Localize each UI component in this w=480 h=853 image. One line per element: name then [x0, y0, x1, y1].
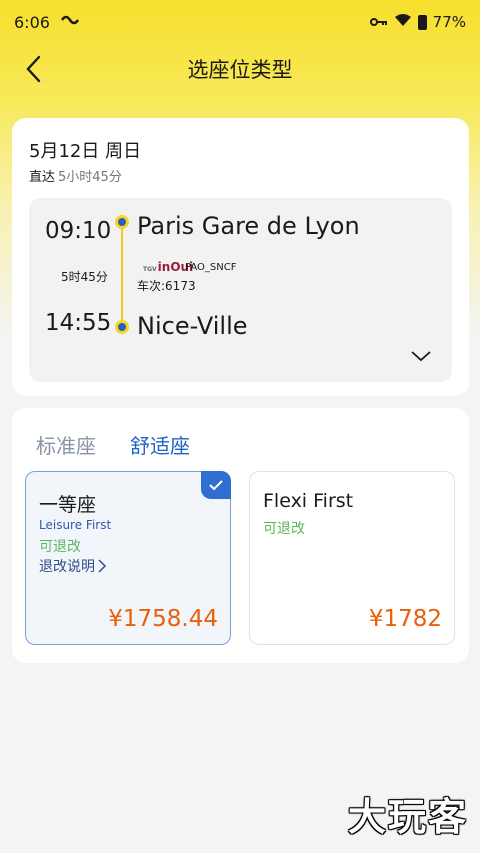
trip-card: 5月12日 周日 直达 5小时45分 09:10 5时45分 14:55 Pari…: [12, 118, 469, 396]
brand-tgv: TGV: [143, 266, 157, 273]
option-subtitle: Leisure First: [39, 518, 112, 532]
route-line: [121, 228, 123, 321]
trip-date: 5月12日 周日: [29, 141, 142, 162]
key-icon: [369, 13, 388, 31]
back-button[interactable]: [18, 52, 48, 86]
arrival-time: 14:55: [45, 310, 112, 336]
option-name: Flexi First: [263, 490, 354, 512]
train-number: 车次:6173: [137, 279, 196, 293]
option-refund-status: 可退改: [263, 521, 305, 537]
app-notification-icon: [60, 14, 80, 30]
option-price: ¥1758.44: [108, 606, 218, 632]
chevron-down-icon: [411, 351, 431, 362]
tab-comfort-seat[interactable]: 舒适座: [130, 430, 190, 459]
option-refund-status: 可退改: [39, 539, 81, 555]
refund-rules-label: 退改说明: [39, 559, 95, 575]
trip-type: 直达: [29, 170, 56, 185]
arrival-dot: [115, 320, 129, 334]
departure-station: Paris Gare de Lyon: [137, 212, 360, 240]
battery-icon: [417, 14, 427, 30]
departure-dot: [115, 215, 129, 229]
wifi-icon: [394, 13, 412, 31]
route-box[interactable]: 09:10 5时45分 14:55 Paris Gare de Lyon TGV…: [29, 198, 452, 382]
trip-meta: 直达 5小时45分: [29, 166, 122, 185]
trip-duration: 5小时45分: [58, 170, 122, 185]
chevron-left-icon: [26, 55, 41, 83]
expand-button[interactable]: [410, 348, 432, 362]
refund-rules-link[interactable]: 退改说明: [39, 556, 107, 576]
page-header: 选座位类型: [0, 44, 480, 94]
status-time: 6:06: [14, 12, 50, 32]
seat-option-flexi-first[interactable]: Flexi First 可退改 ¥1782: [249, 471, 455, 645]
option-price: ¥1782: [368, 606, 442, 632]
chevron-right-icon: [98, 559, 107, 573]
operator: PAO_SNCF: [185, 262, 237, 273]
seat-class-card: 标准座 舒适座 一等座 Leisure First 可退改 退改说明 ¥1758…: [12, 408, 469, 663]
tab-standard-seat[interactable]: 标准座: [36, 430, 96, 459]
seat-option-first-class[interactable]: 一等座 Leisure First 可退改 退改说明 ¥1758.44: [25, 471, 231, 645]
page-title: 选座位类型: [187, 58, 293, 82]
departure-time: 09:10: [45, 218, 112, 244]
status-bar: 6:06 77%: [0, 0, 480, 44]
watermark: 大玩客: [347, 795, 468, 839]
selected-check-icon: [201, 471, 231, 499]
route-duration: 5时45分: [61, 270, 108, 284]
option-name: 一等座: [39, 494, 97, 516]
battery-percent: 77%: [432, 13, 466, 31]
arrival-station: Nice-Ville: [137, 312, 248, 340]
